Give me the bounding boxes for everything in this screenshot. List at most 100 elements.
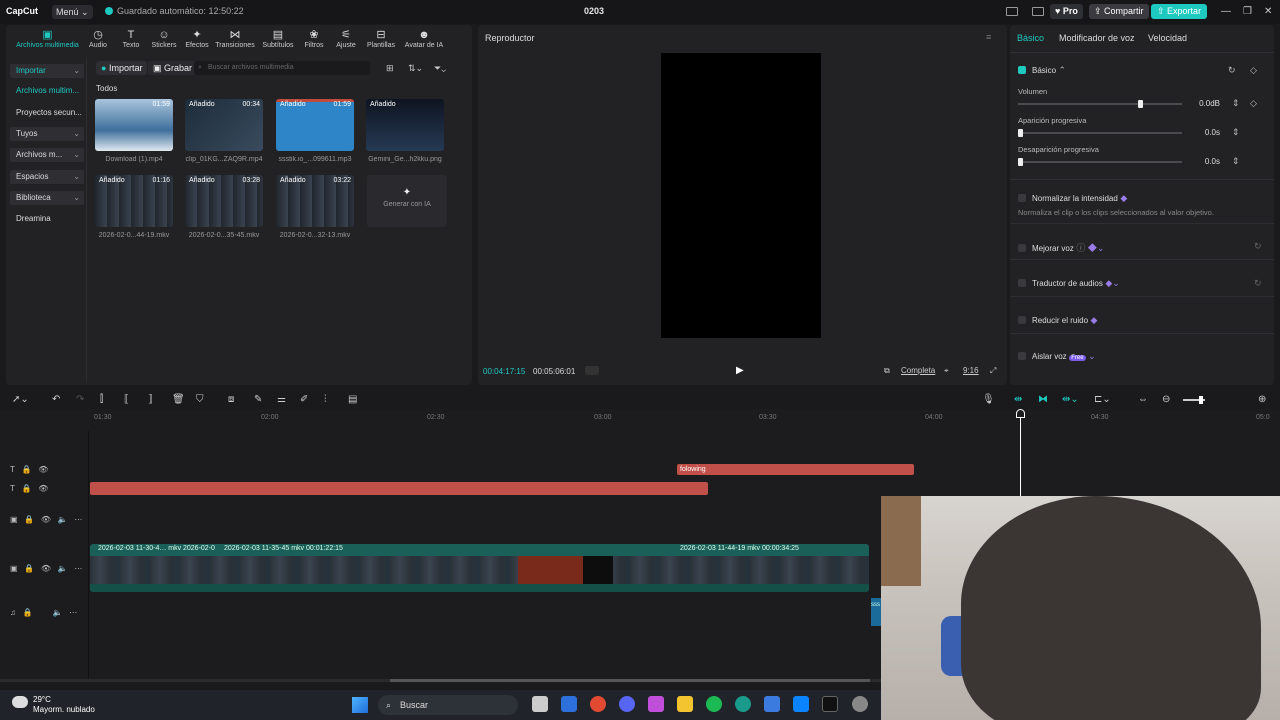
generate-ai-tile[interactable]: ✦ Generar con IA (367, 175, 447, 227)
lock-icon[interactable]: 🔒 (22, 465, 32, 474)
weather-icon[interactable] (12, 696, 28, 708)
timeline-scrollbar[interactable] (0, 679, 881, 682)
marker-icon[interactable]: ⛉ (196, 394, 204, 405)
playhead-handle[interactable] (1016, 409, 1025, 418)
fade-out-stepper-icon[interactable]: ⇕ (1232, 156, 1240, 167)
fade-in-slider[interactable] (1018, 129, 1182, 137)
fit-icon[interactable]: ⧉ (884, 366, 890, 376)
play-icon[interactable]: ▶ (736, 365, 744, 376)
more-icon[interactable]: ⋯ (74, 564, 82, 573)
media-thumbnail[interactable]: Añadido 01:59 (276, 99, 354, 151)
tab-sticker[interactable]: ☺ Stickers (148, 28, 180, 49)
text-clip[interactable]: folowing (677, 464, 914, 475)
layout-icon[interactable] (1006, 7, 1018, 16)
import-button[interactable]: ● Importar (96, 61, 148, 75)
lock-icon[interactable]: 🔒 (22, 484, 32, 493)
restore-icon[interactable]: ❐ (1243, 6, 1252, 17)
edge-icon[interactable] (735, 696, 751, 712)
delete-icon[interactable]: 🗑 (172, 394, 185, 405)
basic-checkbox[interactable] (1018, 66, 1026, 74)
capcut-taskbar-icon[interactable] (822, 696, 838, 712)
fade-in-stepper-icon[interactable]: ⇕ (1232, 127, 1240, 138)
pro-button[interactable]: ♥ Pro (1050, 4, 1083, 19)
lock-icon[interactable]: 🔒 (24, 564, 34, 573)
more-icon[interactable]: ⋯ (69, 608, 77, 617)
audio-split-icon[interactable]: ⫶ (324, 394, 327, 405)
link-main-icon[interactable]: ⇹ (1014, 394, 1022, 405)
microphone-icon[interactable]: 🎙 (982, 394, 995, 405)
sidebar-item[interactable]: Archivos multim... (10, 84, 84, 98)
eye-icon[interactable]: 👁 (41, 564, 51, 573)
keyframe-icon[interactable]: ◇ (1250, 65, 1257, 76)
tab-adjust[interactable]: ⚟ Ajuste (332, 28, 360, 49)
adjust-tool-icon[interactable]: ⚌ (277, 394, 286, 405)
normalize-checkbox[interactable] (1018, 194, 1026, 202)
weather-desc[interactable]: Mayorm. nublado (33, 705, 95, 714)
eye-icon[interactable]: 👁 (41, 515, 51, 524)
reset-icon[interactable]: ↻ (1254, 278, 1262, 289)
translate-row[interactable]: Traductor de audios ◆⌄ (1018, 278, 1120, 289)
isolate-checkbox[interactable] (1018, 352, 1026, 360)
isolate-voice-row[interactable]: Aislar voz Free ⌄ (1018, 351, 1096, 362)
snap-icon[interactable]: ⧓ (1038, 394, 1048, 405)
volume-knob[interactable] (1137, 100, 1143, 108)
tab-basic[interactable]: Básico (1017, 33, 1044, 43)
menu-button[interactable]: Menú ⌄ (52, 5, 93, 19)
sidebar-item[interactable]: Biblioteca ⌄ (10, 191, 84, 205)
more-icon[interactable]: ⋯ (74, 515, 82, 524)
spotify-icon[interactable] (706, 696, 722, 712)
tab-filters[interactable]: ❀ Filtros (300, 28, 328, 49)
media-thumbnail[interactable]: Añadido 00:34 (185, 99, 263, 151)
project-title[interactable]: 0203 (584, 6, 604, 16)
caption-icon[interactable]: ▤ (348, 394, 357, 405)
playhead[interactable] (1020, 409, 1021, 499)
tab-media[interactable]: ▣ Archivos multimedia (16, 28, 79, 49)
fade-out-value[interactable]: 0.0s (1190, 157, 1220, 166)
speaker-icon[interactable]: 🔈 (53, 608, 63, 617)
split-right-icon[interactable]: ⟧ (148, 394, 153, 405)
tab-subtitles[interactable]: ▤ Subtítulos (259, 28, 297, 49)
fade-in-value[interactable]: 0.0s (1190, 128, 1220, 137)
preview-axis-icon[interactable]: ⊏⌄ (1094, 394, 1111, 405)
undo-icon[interactable]: ↶ (52, 394, 60, 405)
sidebar-item[interactable]: Archivos m... ⌄ (10, 148, 84, 162)
sidebar-item[interactable]: Tuyos ⌄ (10, 127, 84, 141)
copilot-icon[interactable] (648, 696, 664, 712)
lock-icon[interactable]: 🔒 (24, 515, 34, 524)
zoom-knob[interactable] (1199, 396, 1203, 404)
shortcuts-icon[interactable] (1032, 7, 1044, 16)
link-icon[interactable]: ⇹⌄ (1062, 394, 1079, 405)
record-button[interactable]: ▣ Grabar (148, 61, 198, 75)
sidebar-item[interactable]: Proyectos secun... (10, 106, 84, 120)
windows-start-icon[interactable] (352, 697, 368, 713)
eye-icon[interactable]: 👁 (38, 484, 48, 493)
tab-audio[interactable]: ◷ Audio (83, 28, 113, 49)
audio-clip[interactable]: sss (871, 598, 881, 626)
timecode-toggle-icon[interactable] (585, 366, 599, 375)
basic-section-header[interactable]: Básico ⌃ (1018, 65, 1066, 76)
enhance-checkbox[interactable] (1018, 244, 1026, 252)
select-tool-icon[interactable]: ➚⌄ (12, 394, 29, 405)
media-thumbnail[interactable]: Añadido (366, 99, 444, 151)
minimize-icon[interactable]: — (1221, 6, 1231, 17)
close-icon[interactable]: ✕ (1264, 6, 1272, 17)
sort-icon[interactable]: ⇅⌄ (408, 63, 423, 74)
volume-value[interactable]: 0.0dB (1190, 99, 1220, 108)
sidebar-item[interactable]: Espacios ⌄ (10, 170, 84, 184)
aspect-ratio-button[interactable]: 9:16 (963, 366, 979, 375)
normalize-row[interactable]: Normalizar la intensidad ◆ (1018, 193, 1127, 204)
tab-text[interactable]: T Texto (117, 28, 145, 49)
sidebar-item[interactable]: Dreamina (10, 212, 84, 226)
video-preview[interactable] (661, 53, 821, 338)
volume-keyframe-icon[interactable]: ◇ (1250, 98, 1257, 109)
zoom-in-icon[interactable]: ⊕ (1258, 394, 1266, 405)
ai-tool-icon[interactable]: ✎ (254, 394, 262, 405)
volume-slider[interactable] (1018, 100, 1182, 108)
media-thumbnail[interactable]: Añadido 01:16 (95, 175, 173, 227)
chrome-icon[interactable] (590, 696, 606, 712)
weather-temp[interactable]: 29°C (33, 695, 51, 704)
tab-transitions[interactable]: ⋈ Transiciones (214, 28, 256, 49)
speaker-icon[interactable]: 🔈 (58, 515, 68, 524)
file-explorer-icon[interactable] (677, 696, 693, 712)
media-thumbnail[interactable]: Añadido 03:22 (276, 175, 354, 227)
